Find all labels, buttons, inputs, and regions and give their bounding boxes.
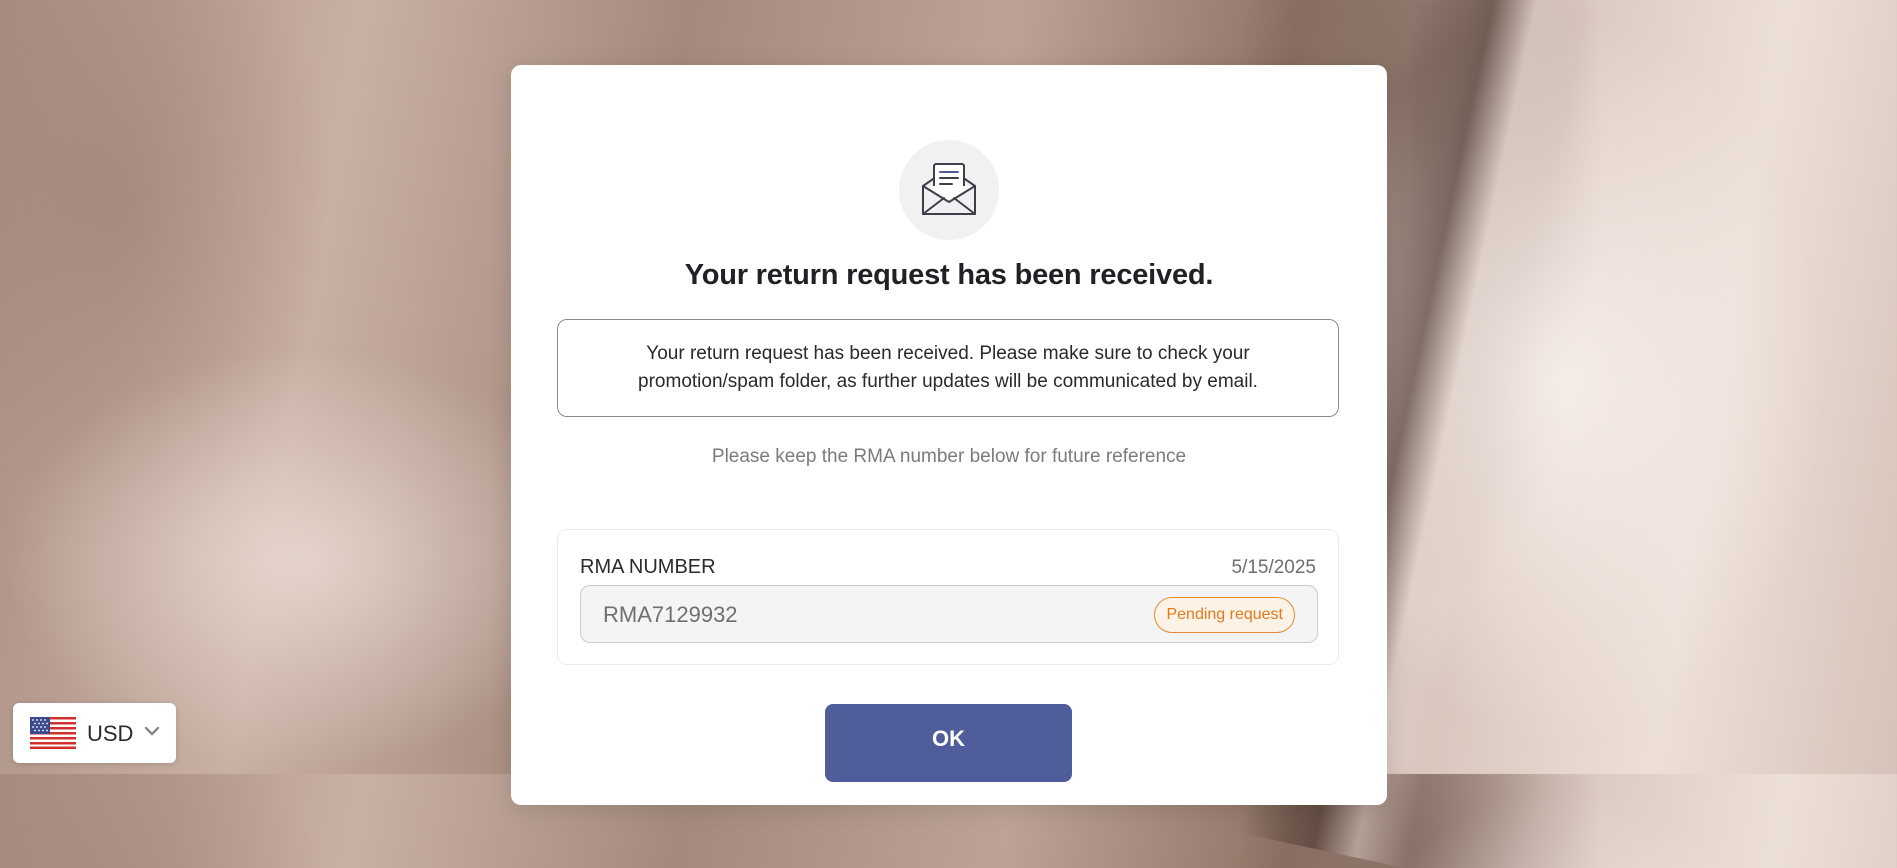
rma-card: RMA NUMBER 5/15/2025 RMA7129932 Pending … [557, 529, 1339, 665]
envelope-letter-icon [922, 163, 976, 215]
rma-number-field[interactable]: RMA7129932 Pending request [580, 585, 1318, 643]
rma-number-value: RMA7129932 [603, 602, 738, 627]
ok-button[interactable]: OK [825, 704, 1072, 782]
us-flag-icon [30, 717, 76, 749]
currency-code: USD [87, 721, 134, 746]
notice-box: Your return request has been received. P… [557, 319, 1339, 417]
rma-label: RMA NUMBER [580, 556, 716, 578]
envelope-icon-circle [899, 140, 999, 240]
currency-selector[interactable]: USD [13, 703, 176, 763]
return-confirmation-modal: Your return request has been received. Y… [511, 65, 1387, 805]
status-badge: Pending request [1154, 597, 1295, 633]
chevron-down-icon [144, 726, 160, 736]
rma-date: 5/15/2025 [1231, 557, 1316, 578]
notice-text: Your return request has been received. P… [638, 343, 1258, 392]
reference-note: Please keep the RMA number below for fut… [711, 446, 1187, 467]
modal-title: Your return request has been received. [684, 259, 1214, 291]
